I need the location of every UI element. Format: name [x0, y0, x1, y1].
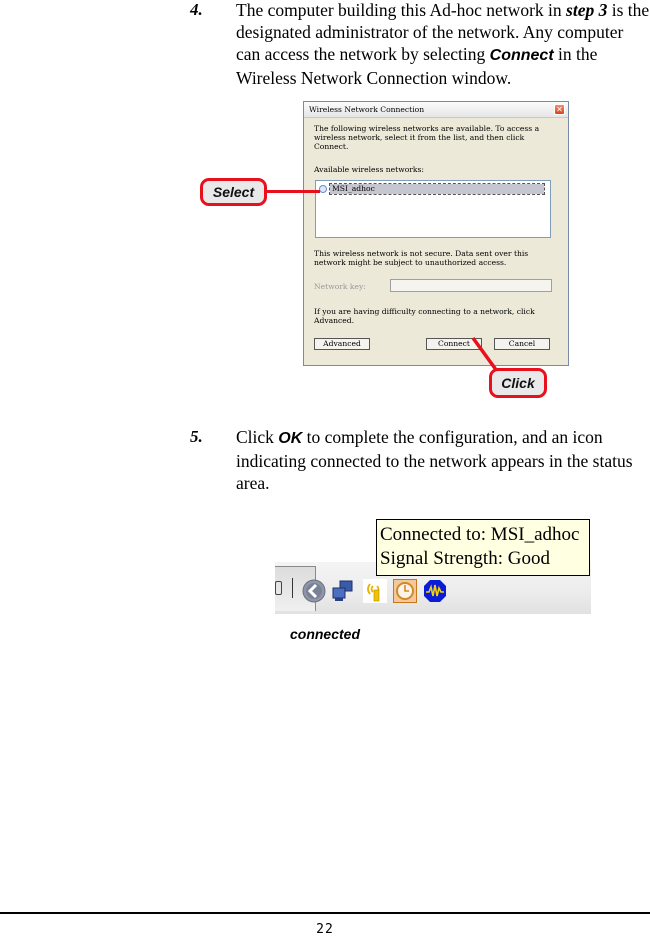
dialog-intro-text: The following wireless networks are avai…: [314, 124, 540, 151]
footer-divider: [0, 912, 650, 914]
wireless-network-icon: [319, 185, 327, 193]
tray-separator: [292, 578, 293, 598]
help-text: If you are having difficulty connecting …: [314, 307, 535, 325]
network-key-input[interactable]: [390, 279, 552, 292]
security-warning-text: This wireless network is not secure. Dat…: [314, 249, 529, 267]
step-5-text: Click OK to complete the configuration, …: [236, 426, 636, 494]
available-networks-list[interactable]: MSI_adhoc: [315, 180, 551, 238]
step-4-text: The computer building this Ad-hoc networ…: [236, 0, 650, 89]
select-callout: Select: [200, 178, 267, 206]
page-number: 22: [316, 922, 334, 937]
step-number-4: 4.: [190, 0, 203, 19]
tooltip-signal-strength: Signal Strength: Good: [380, 548, 550, 569]
connect-keyword: Connect: [489, 47, 554, 64]
step-4-text-before: The computer building this Ad-hoc networ…: [236, 0, 567, 20]
available-networks-label: Available wireless networks:: [314, 165, 424, 174]
dialog-title-bar: Wireless Network Connection ✕: [304, 102, 568, 118]
network-key-label: Network key:: [314, 282, 366, 291]
show-hidden-icons-chevron-icon[interactable]: [302, 579, 326, 603]
close-icon[interactable]: ✕: [554, 104, 565, 115]
lock-icon: [275, 581, 282, 595]
clock-icon[interactable]: [393, 579, 417, 603]
system-tray-screenshot: Connected to: MSI_adhoc Signal Strength:…: [275, 516, 591, 614]
step-reference: step 3: [566, 0, 608, 20]
wireless-network-connection-dialog: Wireless Network Connection ✕ The follow…: [303, 101, 569, 366]
network-list-item[interactable]: MSI_adhoc: [319, 183, 545, 195]
select-callout-line: [264, 190, 320, 193]
dialog-title: Wireless Network Connection: [309, 105, 425, 114]
network-name: MSI_adhoc: [329, 183, 545, 195]
tooltip-connected-to: Connected to: MSI_adhoc: [380, 524, 580, 545]
audio-wave-icon[interactable]: [423, 579, 447, 603]
advanced-button[interactable]: Advanced: [314, 338, 370, 350]
click-callout: Click: [489, 368, 547, 398]
step-number-5: 5.: [190, 427, 203, 446]
connection-tooltip: Connected to: MSI_adhoc Signal Strength:…: [376, 519, 590, 576]
ok-keyword: OK: [278, 430, 303, 447]
network-connections-icon[interactable]: [331, 579, 355, 603]
wireless-signal-icon[interactable]: [363, 579, 387, 603]
figure-caption: connected: [289, 626, 360, 642]
step-5-text-before: Click: [236, 427, 279, 447]
